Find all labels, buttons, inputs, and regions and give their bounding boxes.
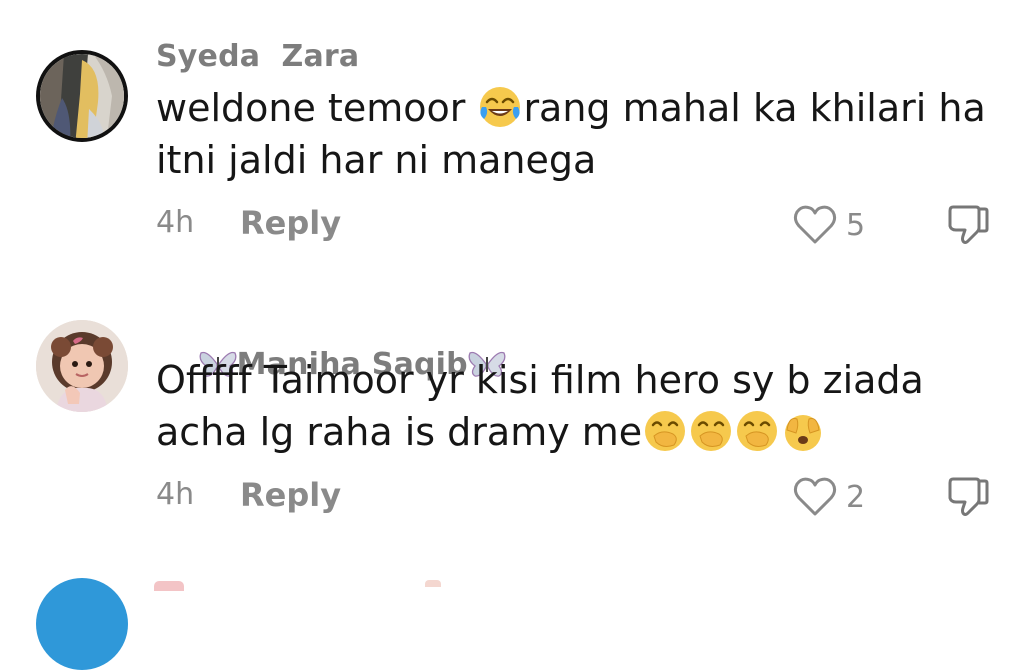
comment-time: 4h [156,205,195,240]
username-ornament-fragment [425,580,441,587]
reply-button[interactable]: Reply [240,476,341,514]
like-count: 5 [846,208,866,243]
comment-text: Offfff Taimoor yr kisi film hero sy b zi… [156,354,986,458]
hand-over-mouth-icon [737,411,778,451]
comment-item: Maniha Saqib Offfff Taimoor yr kisi film… [0,270,1024,570]
comment-time: 4h [156,477,195,512]
reply-button[interactable]: Reply [240,204,341,242]
comment-item: Syeda Zara weldone temoor rang mahal ka … [0,0,1024,270]
avatar-photo [40,54,124,138]
dislike-icon[interactable] [943,474,991,522]
username-fragment [154,581,184,591]
comment-text-part: weldone temoor [156,86,478,130]
avatar[interactable] [36,578,128,670]
heart-icon[interactable] [792,203,838,247]
face-with-tears-of-joy-icon [480,87,521,127]
face-with-open-hands-icon [785,415,822,451]
username[interactable]: Syeda Zara [156,39,359,74]
hand-over-mouth-icon [645,411,686,451]
avatar[interactable] [36,50,128,142]
heart-icon[interactable] [792,475,838,519]
avatar[interactable] [36,320,128,412]
avatar-photo [36,320,128,412]
dislike-icon[interactable] [943,202,991,250]
partial-next-comment [0,570,1024,670]
hand-over-mouth-icon [691,411,732,451]
comment-text: weldone temoor rang mahal ka khilari ha … [156,82,986,186]
like-count: 2 [846,480,866,515]
